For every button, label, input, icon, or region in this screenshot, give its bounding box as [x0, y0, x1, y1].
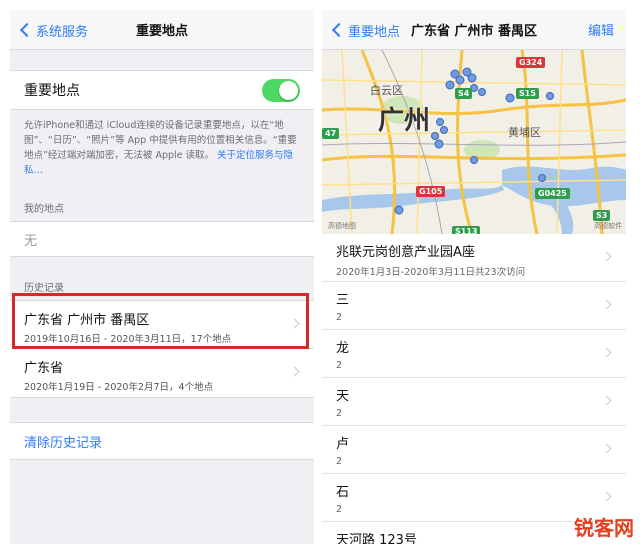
significant-locations-row: 重要地点: [10, 70, 314, 110]
place-subtitle: 2020年1月3日-2020年3月11日共23次访问: [336, 267, 526, 278]
highway-shield: 47: [322, 128, 340, 139]
list-item[interactable]: 天 2: [322, 378, 626, 426]
chevron-left-icon: [19, 22, 35, 38]
back-button[interactable]: 系统服务: [18, 10, 88, 50]
back-label: 系统服务: [36, 24, 89, 40]
toggle-label: 重要地点: [24, 83, 80, 99]
highway-shield: G0425: [535, 188, 570, 199]
place-title: 兆联元岗创意产业园A座: [336, 245, 475, 260]
map-attribution: 高德软件: [594, 222, 622, 230]
places-list: 兆联元岗创意产业园A座 2020年1月3日-2020年3月11日共23次访问 三…: [322, 234, 626, 544]
river-shape: [502, 166, 626, 207]
place-title: 卢: [336, 437, 350, 452]
back-button[interactable]: 重要地点: [330, 10, 400, 50]
toggle-knob: [279, 81, 298, 100]
place-subtitle: 2: [336, 360, 343, 371]
right-navbar: 重要地点 广东省 广州市 番禺区 编辑: [322, 10, 626, 50]
place-subtitle: 2: [336, 408, 343, 419]
highway-shield: S4: [455, 88, 473, 99]
privacy-description: 允许iPhone和通过 iCloud连接的设备记录重要地点，以在“地图”、“日历…: [10, 110, 314, 178]
my-places-value: 无: [24, 233, 38, 249]
my-places-header: 我的地点: [24, 204, 64, 215]
map-label-huangpu: 黄埔区: [508, 126, 541, 139]
map-label-guangzhou: 广州: [378, 106, 431, 136]
left-navbar: 系统服务 重要地点: [10, 10, 314, 50]
place-subtitle: 2: [336, 504, 343, 515]
history-item-subtitle: 2020年1月19日 - 2020年2月7日，4个地点: [24, 382, 214, 393]
map-label-baiyun: 白云区: [370, 84, 403, 97]
map-view[interactable]: 白云区 广州 黄埔区 G324 S4 S15 G105 G0425 S3 S11…: [322, 50, 626, 234]
highway-shield: G105: [416, 186, 446, 197]
edit-button[interactable]: 编辑: [588, 20, 614, 39]
history-header: 历史记录: [24, 283, 64, 294]
clear-history-button[interactable]: 清除历史记录: [10, 422, 314, 460]
list-item[interactable]: 卢 2: [322, 426, 626, 474]
red-highlight-box: [12, 293, 309, 349]
highway-shield: S113: [452, 226, 481, 234]
place-title: 龙: [336, 341, 350, 356]
list-item[interactable]: 龙 2: [322, 330, 626, 378]
place-subtitle: 2: [336, 456, 343, 467]
map-canvas: [322, 50, 626, 234]
chevron-left-icon: [331, 22, 347, 38]
watermark-logo: 锐客网: [574, 516, 634, 540]
my-places-row: 无: [10, 221, 314, 257]
list-item[interactable]: 兆联元岗创意产业园A座 2020年1月3日-2020年3月11日共23次访问: [322, 234, 626, 282]
highway-shield: S15: [516, 88, 539, 99]
back-label: 重要地点: [348, 24, 401, 40]
left-screen: 系统服务 重要地点 重要地点 允许iPhone和通过 iCloud连接的设备记录…: [10, 10, 314, 544]
place-title: 天河路 123号: [336, 533, 417, 544]
list-item[interactable]: 三 2: [322, 282, 626, 330]
highway-shield: S3: [593, 210, 611, 221]
significant-locations-toggle[interactable]: [262, 79, 300, 102]
map-attribution: 高德地图: [328, 222, 356, 230]
history-item-guangdong[interactable]: 广东省 2020年1月19日 - 2020年2月7日，4个地点: [10, 349, 314, 397]
history-item-title: 广东省: [24, 361, 64, 376]
place-subtitle: 2: [336, 312, 343, 323]
highway-shield: G324: [516, 57, 546, 68]
clear-history-label: 清除历史记录: [24, 435, 103, 451]
right-screen: 重要地点 广东省 广州市 番禺区 编辑 白云区 广州 黄埔区 G324 S4 S…: [322, 10, 626, 544]
place-title: 石: [336, 485, 350, 500]
place-title: 三: [336, 293, 350, 308]
place-title: 天: [336, 389, 350, 404]
